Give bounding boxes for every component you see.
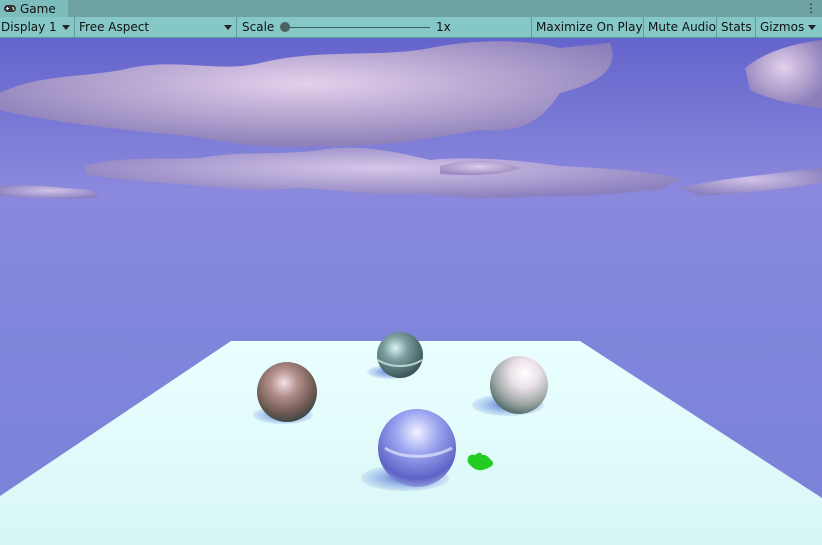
scale-label: Scale [242, 20, 275, 34]
game-viewport[interactable] [0, 38, 822, 545]
tab-bar: Game ⋮ [0, 0, 822, 17]
display-dropdown[interactable]: Display 1 [0, 17, 74, 37]
chevron-down-icon [62, 25, 70, 30]
maximize-on-play-toggle[interactable]: Maximize On Play [531, 17, 643, 37]
mute-audio-label: Mute Audio [648, 20, 716, 34]
blue-sphere [378, 409, 456, 487]
aspect-dropdown[interactable]: Free Aspect [74, 17, 236, 37]
chevron-down-icon [224, 25, 232, 30]
aspect-dropdown-label: Free Aspect [79, 20, 150, 34]
tab-game-label: Game [20, 1, 56, 16]
chevron-down-icon [808, 25, 816, 30]
scale-slider-handle[interactable] [280, 22, 290, 32]
white-sphere [490, 356, 548, 414]
scale-slider-track[interactable] [288, 27, 430, 28]
gizmos-dropdown[interactable]: Gizmos [755, 17, 822, 37]
gizmos-label: Gizmos [760, 20, 805, 34]
copper-sphere [257, 362, 317, 422]
stats-label: Stats [721, 20, 752, 34]
display-dropdown-label: Display 1 [1, 20, 57, 34]
gamepad-icon [4, 5, 16, 12]
mute-audio-toggle[interactable]: Mute Audio [643, 17, 716, 37]
game-toolbar: Display 1 Free Aspect Scale 1x Maximize … [0, 17, 822, 38]
maximize-on-play-label: Maximize On Play [536, 20, 643, 34]
tab-game[interactable]: Game [0, 0, 68, 17]
kebab-menu-icon[interactable]: ⋮ [805, 1, 817, 15]
teal-sphere [377, 332, 423, 378]
scale-value-label: 1x [436, 20, 451, 34]
stats-toggle[interactable]: Stats [716, 17, 755, 37]
scale-value: 1x [436, 17, 451, 37]
